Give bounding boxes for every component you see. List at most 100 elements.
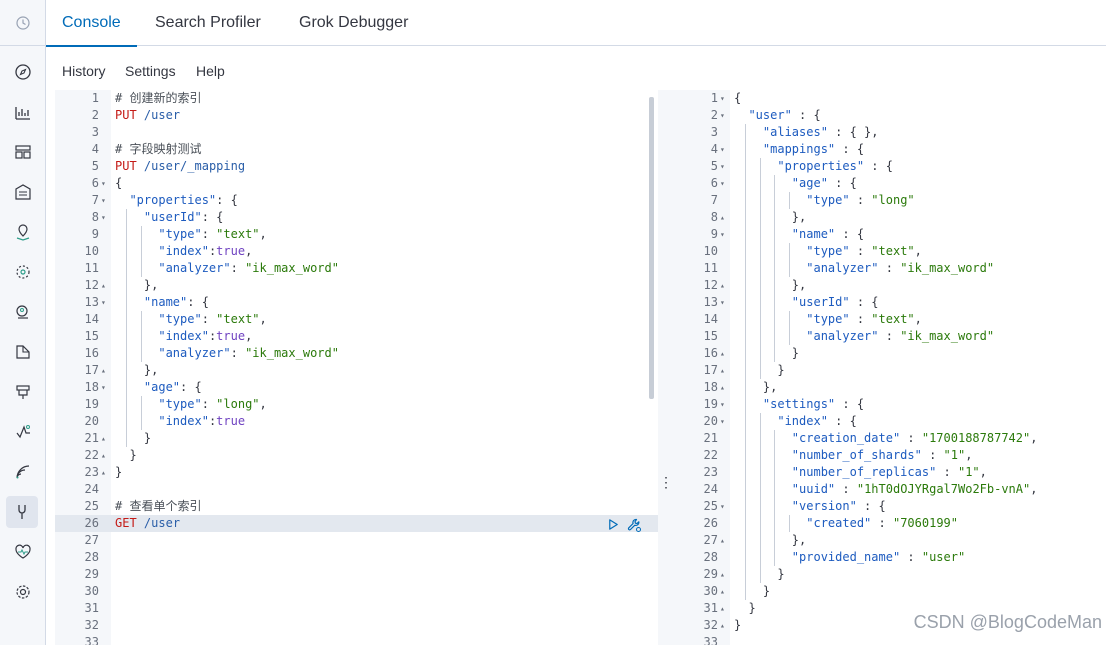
request-line[interactable]: 10 "index":true, (55, 243, 658, 260)
response-line[interactable]: 25 ▾ "version" : { (674, 498, 1106, 515)
request-line[interactable]: 24 (55, 481, 658, 498)
response-line[interactable]: 24 "uuid" : "1hT0dOJYRgal7Wo2Fb-vnA", (674, 481, 1106, 498)
request-line[interactable]: 16 "analyzer": "ik_max_word" (55, 345, 658, 362)
wrench-icon[interactable] (626, 517, 642, 533)
request-line[interactable]: 28 (55, 549, 658, 566)
fold-toggle-icon[interactable]: ▾ (101, 294, 109, 311)
request-line[interactable]: 32 (55, 617, 658, 634)
request-line[interactable]: 4 # 字段映射测试 (55, 141, 658, 158)
response-line[interactable]: 16 ▴ } (674, 345, 1106, 362)
response-line[interactable]: 22 "number_of_shards" : "1", (674, 447, 1106, 464)
response-line[interactable]: 10 "type" : "text", (674, 243, 1106, 260)
fold-toggle-icon[interactable]: ▾ (101, 192, 109, 209)
response-line[interactable]: 11 "analyzer" : "ik_max_word" (674, 260, 1106, 277)
response-line[interactable]: 12 ▴ }, (674, 277, 1106, 294)
request-line[interactable]: 1 # 创建新的索引 (55, 90, 658, 107)
response-line[interactable]: 26 "created" : "7060199" (674, 515, 1106, 532)
response-line[interactable]: 29 ▴ } (674, 566, 1106, 583)
request-line[interactable]: 23 ▴} (55, 464, 658, 481)
request-line[interactable]: 22 ▴ } (55, 447, 658, 464)
response-line[interactable]: 17 ▴ } (674, 362, 1106, 379)
play-icon[interactable] (607, 518, 620, 531)
response-line[interactable]: 3 "aliases" : { }, (674, 124, 1106, 141)
response-line[interactable]: 5 ▾ "properties" : { (674, 158, 1106, 175)
unfold-marker-icon[interactable]: ▴ (720, 532, 728, 549)
fold-toggle-icon[interactable]: ▾ (720, 498, 728, 515)
help-menu[interactable]: Help (196, 63, 225, 79)
request-line[interactable]: 26 GET /user (55, 515, 658, 532)
response-line[interactable]: 21 "creation_date" : "1700188787742", (674, 430, 1106, 447)
response-line[interactable]: 7 "type" : "long" (674, 192, 1106, 209)
request-editor[interactable]: 1 # 创建新的索引 2 PUT /user 3 4 # 字段映射测试 5 PUT /user/… (55, 90, 658, 645)
response-line[interactable]: 6 ▾ "age" : { (674, 175, 1106, 192)
request-line[interactable]: 3 (55, 124, 658, 141)
request-line[interactable]: 17 ▴ }, (55, 362, 658, 379)
response-line[interactable]: 28 "provided_name" : "user" (674, 549, 1106, 566)
response-line[interactable]: 8 ▴ }, (674, 209, 1106, 226)
response-line[interactable]: 27 ▴ }, (674, 532, 1106, 549)
unfold-marker-icon[interactable]: ▴ (720, 362, 728, 379)
nav-item-ml[interactable] (0, 255, 46, 289)
unfold-marker-icon[interactable]: ▴ (720, 209, 728, 226)
fold-toggle-icon[interactable]: ▾ (720, 141, 728, 158)
request-line[interactable]: 11 "analyzer": "ik_max_word" (55, 260, 658, 277)
request-line[interactable]: 20 "index":true (55, 413, 658, 430)
request-line[interactable]: 14 "type": "text", (55, 311, 658, 328)
response-line[interactable]: 15 "analyzer" : "ik_max_word" (674, 328, 1106, 345)
response-line[interactable]: 18 ▴ }, (674, 379, 1106, 396)
request-line[interactable]: 8 ▾ "userId": { (55, 209, 658, 226)
request-line[interactable]: 9 "type": "text", (55, 226, 658, 243)
unfold-marker-icon[interactable]: ▴ (720, 277, 728, 294)
tab-search-profiler[interactable]: Search Profiler (155, 0, 261, 46)
request-line[interactable]: 7 ▾ "properties": { (55, 192, 658, 209)
nav-item-uptime[interactable] (0, 415, 46, 449)
response-line[interactable]: 33 (674, 634, 1106, 645)
request-line[interactable]: 5 PUT /user/_mapping (55, 158, 658, 175)
request-scrollbar[interactable] (649, 97, 654, 399)
unfold-marker-icon[interactable]: ▴ (101, 430, 109, 447)
tab-console[interactable]: Console (46, 0, 137, 47)
unfold-marker-icon[interactable]: ▴ (720, 600, 728, 617)
response-line[interactable]: 23 "number_of_replicas" : "1", (674, 464, 1106, 481)
response-line[interactable]: 30 ▴ } (674, 583, 1106, 600)
unfold-marker-icon[interactable]: ▴ (101, 277, 109, 294)
nav-item-graph[interactable] (0, 295, 46, 329)
nav-item-compass[interactable] (0, 55, 46, 89)
request-line[interactable]: 19 "type": "long", (55, 396, 658, 413)
nav-item-maps[interactable] (0, 215, 46, 249)
request-line[interactable]: 33 (55, 634, 658, 645)
fold-toggle-icon[interactable]: ▾ (720, 294, 728, 311)
fold-toggle-icon[interactable]: ▾ (720, 226, 728, 243)
nav-item-apm[interactable] (0, 375, 46, 409)
fold-toggle-icon[interactable]: ▾ (101, 379, 109, 396)
nav-item-logs[interactable] (0, 335, 46, 369)
fold-toggle-icon[interactable]: ▾ (720, 413, 728, 430)
fold-toggle-icon[interactable]: ▾ (720, 158, 728, 175)
unfold-marker-icon[interactable]: ▴ (720, 345, 728, 362)
unfold-marker-icon[interactable]: ▴ (720, 583, 728, 600)
fold-toggle-icon[interactable]: ▾ (720, 107, 728, 124)
request-line[interactable]: 29 (55, 566, 658, 583)
response-line[interactable]: 1 ▾ { (674, 90, 1106, 107)
request-line[interactable]: 31 (55, 600, 658, 617)
nav-item-gear[interactable] (0, 575, 46, 609)
pane-resize-handle[interactable]: ⋮ (659, 472, 673, 492)
nav-item-signal[interactable] (0, 455, 46, 489)
nav-item-heart-monitor[interactable] (0, 535, 46, 569)
request-line[interactable]: 6 ▾ { (55, 175, 658, 192)
settings-menu[interactable]: Settings (125, 63, 176, 79)
nav-item-chart[interactable] (0, 95, 46, 129)
request-line[interactable]: 12 ▴ }, (55, 277, 658, 294)
response-line[interactable]: 2 ▾ "user" : { (674, 107, 1106, 124)
unfold-marker-icon[interactable]: ▴ (720, 566, 728, 583)
fold-toggle-icon[interactable]: ▾ (101, 175, 109, 192)
unfold-marker-icon[interactable]: ▴ (720, 379, 728, 396)
fold-toggle-icon[interactable]: ▾ (720, 396, 728, 413)
nav-item-dashboard[interactable] (0, 135, 46, 169)
request-line[interactable]: 18 ▾ "age": { (55, 379, 658, 396)
request-line[interactable]: 13 ▾ "name": { (55, 294, 658, 311)
unfold-marker-icon[interactable]: ▴ (720, 617, 728, 634)
request-line[interactable]: 21 ▴ } (55, 430, 658, 447)
request-line[interactable]: 2 PUT /user (55, 107, 658, 124)
response-viewer[interactable]: 1 ▾{2 ▾ "user" : {3 "aliases" : { }, 4 ▾ "ma… (674, 90, 1106, 645)
